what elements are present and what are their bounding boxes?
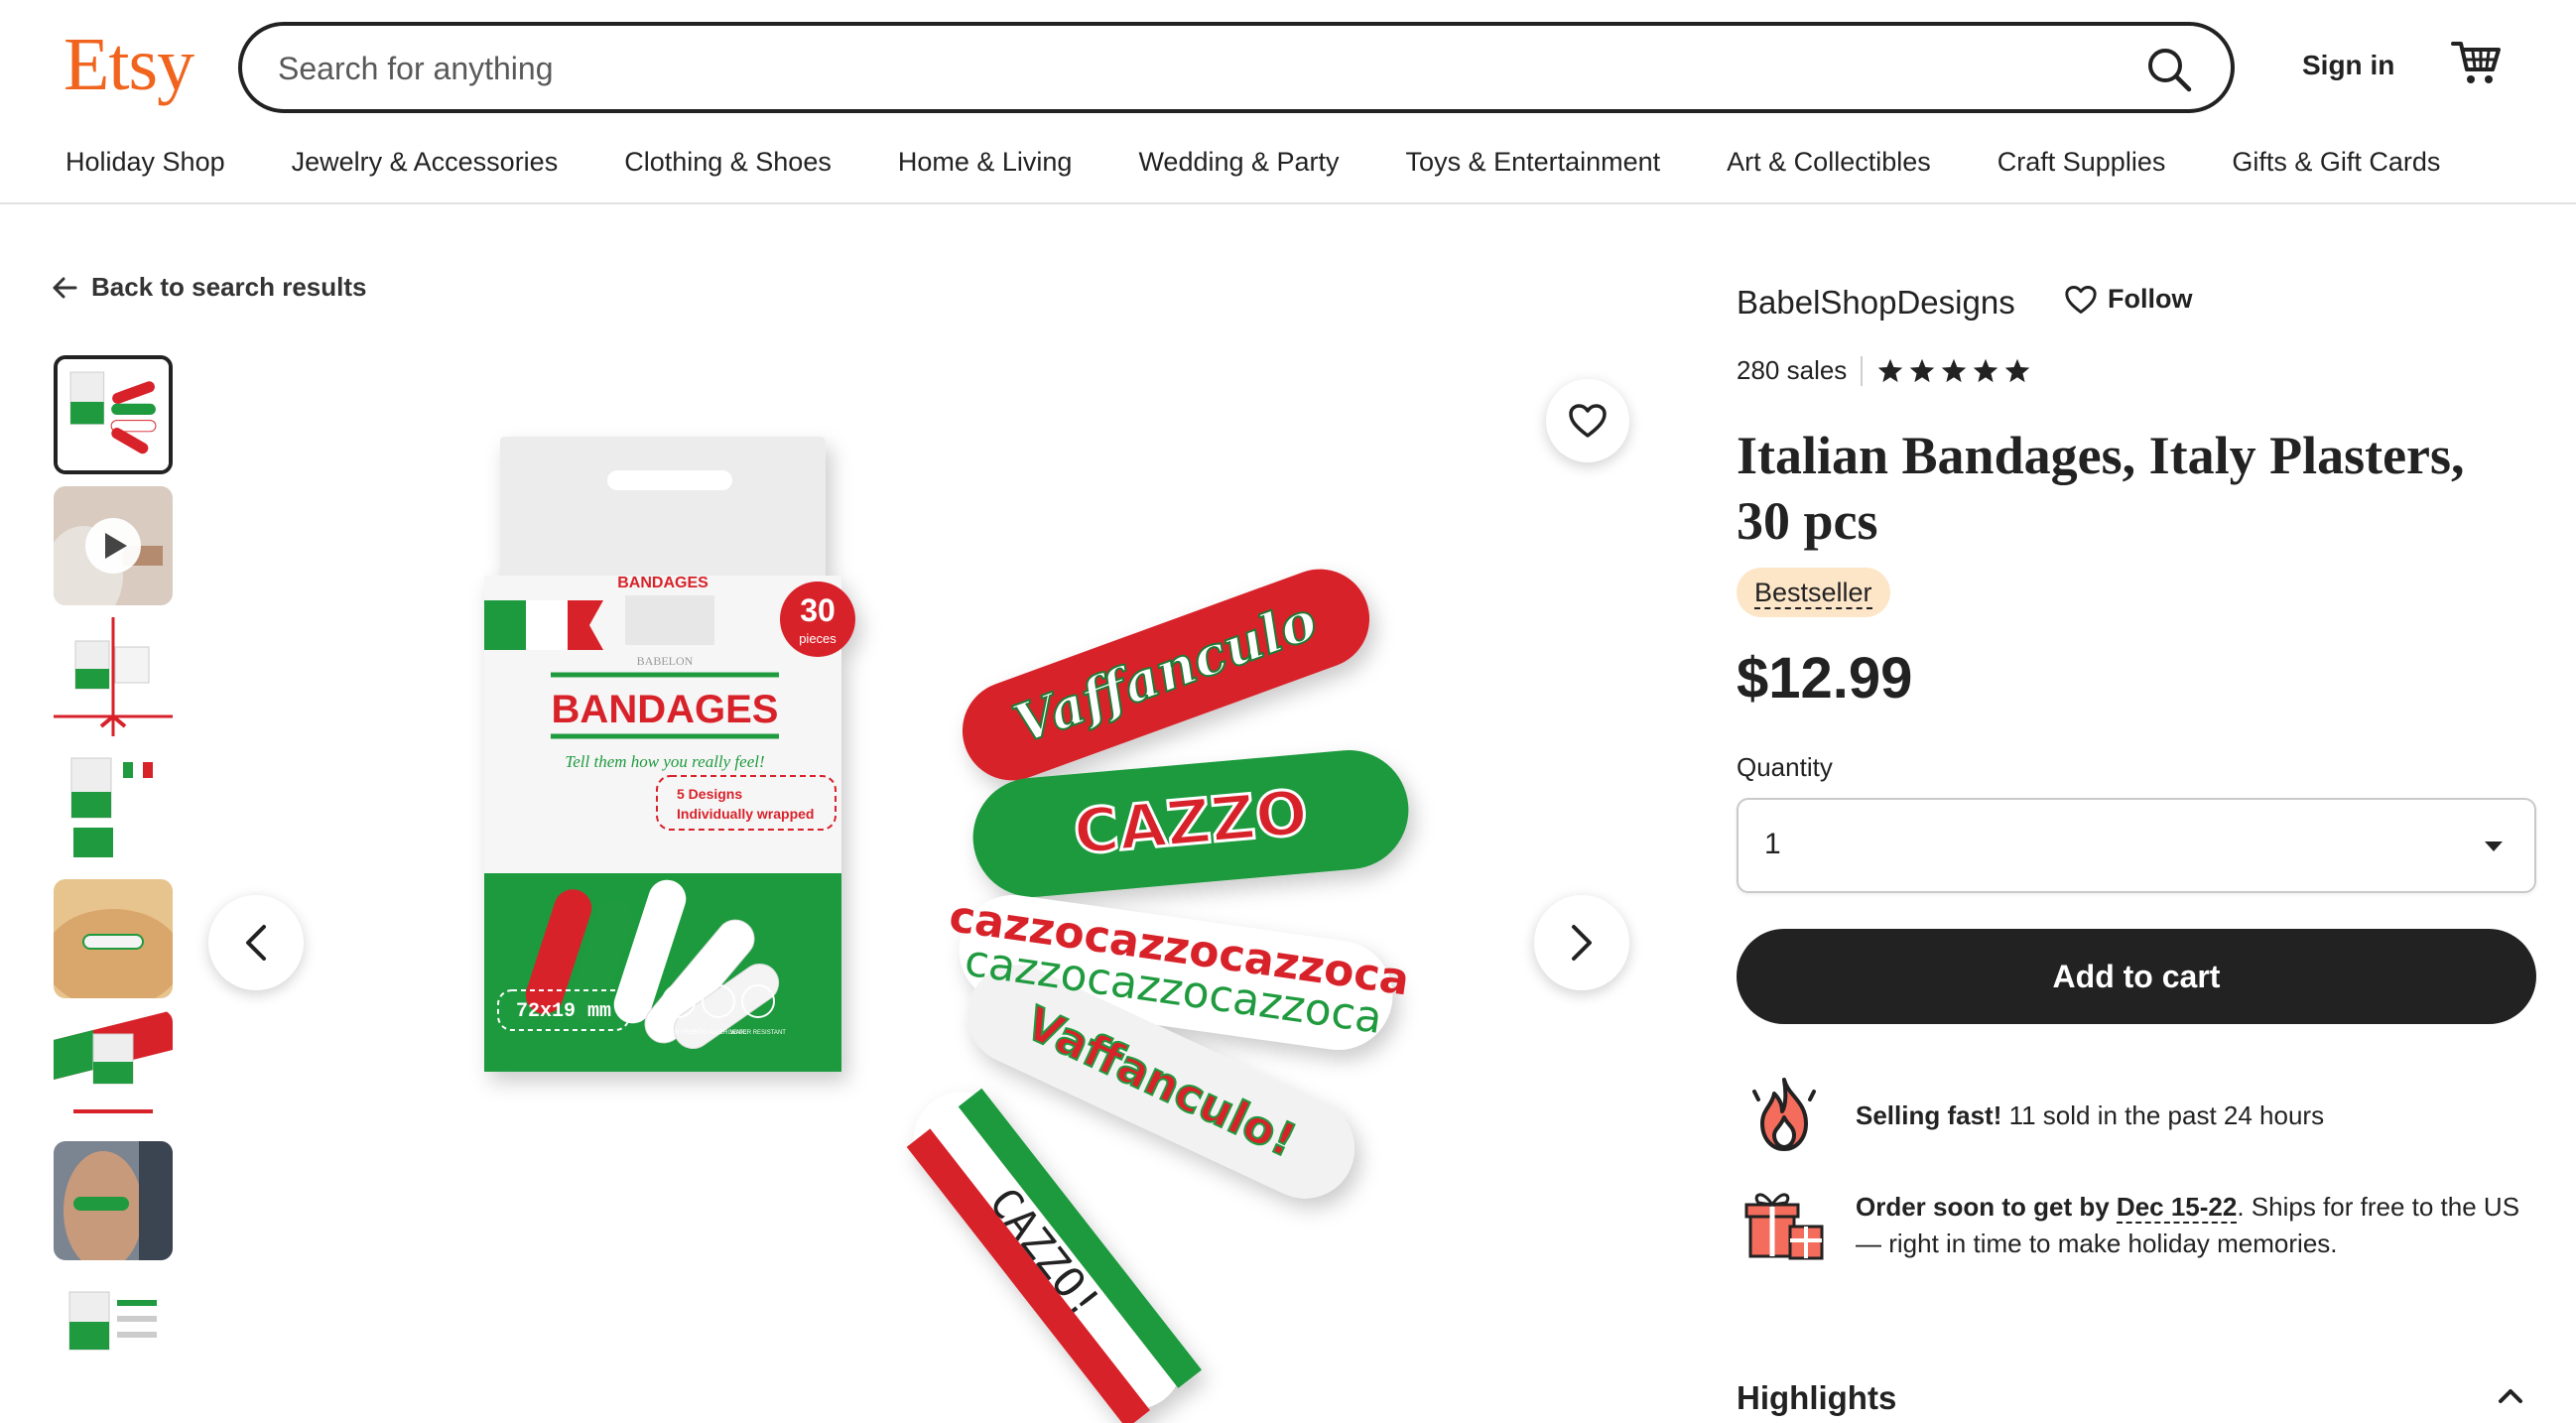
nav-toys-entertainment[interactable]: Toys & Entertainment xyxy=(1406,147,1661,178)
chevron-right-icon xyxy=(1572,925,1592,961)
box-brand: BABELON xyxy=(637,654,694,668)
caret-down-icon xyxy=(2485,841,2503,851)
box-size: 72x19 mm xyxy=(516,1000,611,1023)
box-count: 30 xyxy=(800,592,836,628)
add-to-cart-button[interactable]: Add to cart xyxy=(1737,929,2536,1024)
follow-shop-button[interactable]: Follow xyxy=(2064,284,2192,315)
delivery-notice: Order soon to get by Dec 15-22. Ships fo… xyxy=(1737,1175,2530,1270)
arrow-left-icon xyxy=(53,277,77,298)
nav-clothing-shoes[interactable]: Clothing & Shoes xyxy=(624,147,832,178)
box-feature-1: 5 Designs xyxy=(677,786,742,802)
nav-home-living[interactable]: Home & Living xyxy=(898,147,1073,178)
search-input[interactable] xyxy=(278,44,2114,93)
back-to-search-link[interactable]: Back to search results xyxy=(52,272,366,303)
nav-art-collectibles[interactable]: Art & Collectibles xyxy=(1727,147,1931,178)
quantity-value: 1 xyxy=(1764,828,1781,860)
shop-name-link[interactable]: BabelShopDesigns xyxy=(1737,284,2015,322)
gift-icon xyxy=(1737,1175,1832,1270)
selling-fast-bold: Selling fast! xyxy=(1856,1100,2002,1130)
star-icon xyxy=(1878,358,1903,382)
search-bar[interactable] xyxy=(238,22,2235,113)
chevron-up-icon[interactable] xyxy=(2497,1387,2524,1405)
nav-gifts-gift-cards[interactable]: Gifts & Gift Cards xyxy=(2232,147,2440,178)
favorite-button[interactable] xyxy=(1546,379,1629,462)
star-rating[interactable] xyxy=(1876,357,2031,385)
thumbnail-2-video[interactable] xyxy=(54,486,173,605)
thumbnail-7[interactable] xyxy=(54,1141,173,1260)
box-tagline: Tell them how you really feel! xyxy=(565,752,764,771)
sales-count: 280 sales xyxy=(1737,355,1848,385)
selling-fast-text: 11 sold in the past 24 hours xyxy=(2001,1100,2325,1130)
quantity-label: Quantity xyxy=(1737,752,1833,782)
star-icon xyxy=(1942,358,1967,382)
search-icon[interactable] xyxy=(2143,44,2195,95)
selling-fast-notice: Selling fast! 11 sold in the past 24 hou… xyxy=(1737,1066,2530,1161)
thumbnail-3[interactable] xyxy=(54,617,173,736)
highlights-heading[interactable]: Highlights xyxy=(1737,1379,1896,1417)
chevron-left-icon xyxy=(246,925,266,961)
follow-label: Follow xyxy=(2108,284,2193,314)
thumbnail-1[interactable] xyxy=(54,355,173,474)
nav-jewelry-accessories[interactable]: Jewelry & Accessories xyxy=(292,147,559,178)
bestseller-badge[interactable]: Bestseller xyxy=(1737,568,1890,617)
next-image-button[interactable] xyxy=(1534,895,1629,990)
star-icon xyxy=(1910,358,1935,382)
quantity-select[interactable]: 1 xyxy=(1737,798,2536,893)
fire-icon xyxy=(1737,1066,1832,1161)
badge-label: Bestseller xyxy=(1754,578,1872,609)
delivery-date[interactable]: Dec 15-22 xyxy=(2116,1192,2238,1224)
etsy-logo[interactable]: Etsy xyxy=(64,22,194,108)
listing-price: $12.99 xyxy=(1737,646,1913,711)
sign-in-link[interactable]: Sign in xyxy=(2302,50,2394,81)
back-label: Back to search results xyxy=(91,272,367,302)
thumbnail-8[interactable] xyxy=(54,1272,173,1391)
box-icon-3: WATER RESISTANT xyxy=(730,1030,786,1036)
nav-craft-supplies[interactable]: Craft Supplies xyxy=(1997,147,2166,178)
thumbnail-6[interactable] xyxy=(54,1010,173,1129)
thumbnail-5[interactable] xyxy=(54,879,173,998)
product-image[interactable]: BANDAGES 30 pieces BABELON BANDAGES Tell… xyxy=(377,377,1488,1423)
nav-holiday-shop[interactable]: Holiday Shop xyxy=(65,147,225,178)
thumbnail-4[interactable] xyxy=(54,748,173,867)
cart-icon[interactable] xyxy=(2451,38,2503,87)
box-top-label: BANDAGES xyxy=(617,575,708,591)
category-nav: Holiday Shop Jewelry & Accessories Cloth… xyxy=(65,147,2507,178)
order-soon-bold: Order soon to get by xyxy=(1856,1192,2117,1222)
header-divider xyxy=(0,202,2576,204)
star-icon xyxy=(1974,358,1998,382)
box-title: BANDAGES xyxy=(552,688,779,731)
star-icon xyxy=(2005,358,2030,382)
listing-title: Italian Bandages, Italy Plasters, 30 pcs xyxy=(1737,426,2465,551)
sales-divider xyxy=(1861,355,1864,386)
nav-wedding-party[interactable]: Wedding & Party xyxy=(1138,147,1339,178)
box-count-unit: pieces xyxy=(799,631,837,646)
shop-sales-rating: 280 sales xyxy=(1737,355,2031,386)
previous-image-button[interactable] xyxy=(208,895,304,990)
heart-icon xyxy=(2065,285,2097,314)
heart-icon xyxy=(1569,404,1607,438)
box-feature-2: Individually wrapped xyxy=(677,806,814,822)
